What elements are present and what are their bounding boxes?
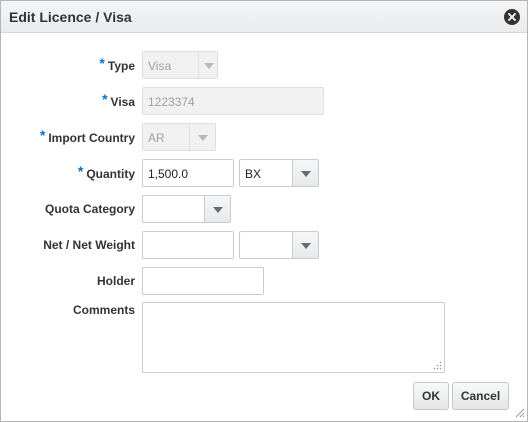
type-label: * Type	[99, 55, 135, 73]
type-dropdown-button[interactable]	[198, 51, 218, 79]
chevron-down-icon	[301, 171, 311, 177]
type-value-box: Visa	[142, 51, 199, 79]
close-icon[interactable]	[504, 9, 520, 25]
net-weight-field[interactable]	[142, 231, 234, 259]
visa-value: 1223374	[148, 95, 195, 109]
comments-label: Comments	[72, 303, 135, 317]
quantity-uom-select[interactable]: BX	[239, 159, 319, 187]
dialog-title: Edit Licence / Visa	[9, 9, 132, 25]
visa-field[interactable]: 1223374	[142, 87, 324, 115]
import-country-dropdown-button[interactable]	[189, 123, 216, 151]
quantity-uom-dropdown-button[interactable]	[292, 159, 319, 187]
required-marker: *	[99, 55, 105, 71]
quota-category-label: Quota Category	[44, 202, 135, 216]
quantity-value: 1,500.0	[148, 167, 189, 181]
chevron-down-icon	[204, 63, 214, 69]
chevron-down-icon	[198, 135, 208, 141]
quota-category-select[interactable]	[142, 195, 231, 223]
holder-label: Holder	[96, 274, 135, 288]
textarea-resize-icon[interactable]	[433, 361, 442, 370]
holder-field[interactable]	[142, 267, 264, 295]
net-weight-uom-select[interactable]	[239, 231, 319, 259]
import-country-select[interactable]: AR	[142, 123, 216, 151]
import-country-value-box: AR	[142, 123, 190, 151]
net-weight-uom-dropdown-button[interactable]	[292, 231, 319, 259]
cancel-button[interactable]: Cancel	[452, 382, 509, 410]
comments-textarea[interactable]	[142, 302, 445, 373]
import-country-label: * Import Country	[39, 127, 135, 145]
quantity-field[interactable]: 1,500.0	[142, 159, 234, 187]
dialog-title-bar[interactable]: Edit Licence / Visa	[1, 1, 527, 33]
quantity-uom-value-box: BX	[239, 159, 293, 187]
required-marker: *	[77, 163, 84, 179]
chevron-down-icon	[213, 207, 223, 213]
resize-grip-icon[interactable]	[513, 406, 525, 418]
net-weight-label: Net / Net Weight	[43, 238, 135, 252]
type-select[interactable]: Visa	[142, 51, 218, 79]
quota-category-value-box	[142, 195, 205, 223]
edit-licence-visa-dialog: Edit Licence / Visa * Type Visa * Visa 122…	[0, 0, 528, 422]
visa-label: * Visa	[102, 91, 135, 109]
import-country-value: AR	[148, 131, 165, 145]
required-marker: *	[102, 91, 108, 107]
net-weight-uom-value-box	[239, 231, 293, 259]
chevron-down-icon	[301, 243, 311, 249]
required-marker: *	[39, 127, 46, 143]
quantity-label: * Quantity	[77, 163, 135, 181]
quantity-uom-value: BX	[245, 167, 262, 181]
ok-button[interactable]: OK	[413, 382, 449, 410]
quota-category-dropdown-button[interactable]	[204, 195, 231, 223]
type-value: Visa	[148, 59, 172, 73]
